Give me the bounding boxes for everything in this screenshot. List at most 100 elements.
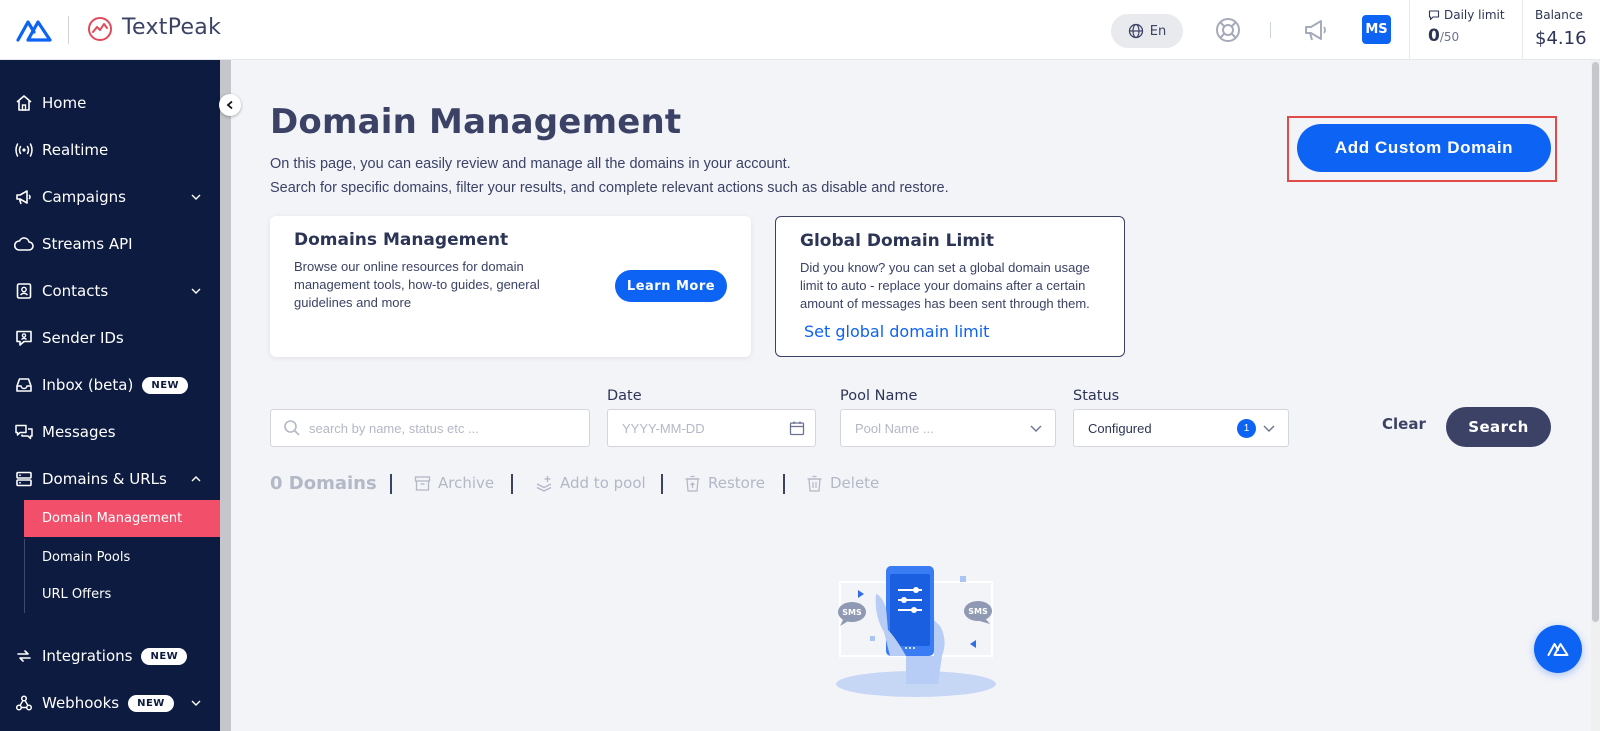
card-text-line: guidelines and more <box>294 295 412 310</box>
announcements-megaphone-icon[interactable] <box>1302 16 1330 44</box>
set-global-domain-limit-link[interactable]: Set global domain limit <box>804 322 989 341</box>
domains-server-icon <box>14 469 34 489</box>
card-text-line: management tools, how-to guides, general <box>294 277 540 292</box>
action-divider <box>390 474 392 494</box>
new-badge: NEW <box>141 647 188 665</box>
pool-name-label: Pool Name <box>840 388 918 404</box>
daily-limit-label: Daily limit <box>1444 8 1505 22</box>
cloud-icon <box>14 234 34 254</box>
sidebar-item-sender-ids[interactable]: Sender IDs <box>0 318 220 358</box>
chevron-down-icon <box>191 288 201 294</box>
sidebar-item-domains-urls[interactable]: Domains & URLs <box>0 459 220 499</box>
balance[interactable]: Balance $4.16 <box>1522 0 1600 60</box>
page-title: Domain Management <box>270 102 682 142</box>
search-placeholder: search by name, status etc ... <box>309 420 479 436</box>
card-text: Browse our online resources for domain m… <box>294 258 540 312</box>
sms-bubble-text: SMS <box>968 607 988 616</box>
add-to-pool-action[interactable]: Add to pool <box>535 474 646 492</box>
top-bar: TextPeak En MS Daily limit 0/50 Balance … <box>0 0 1600 60</box>
chevron-down-icon <box>1263 425 1275 432</box>
language-selector[interactable]: En <box>1111 14 1183 48</box>
sidebar-subitem-label: Domain Pools <box>42 550 131 565</box>
sidebar-item-label: Home <box>42 94 87 112</box>
pool-name-placeholder: Pool Name ... <box>855 420 934 436</box>
app-logo-icon[interactable] <box>16 16 52 44</box>
sidebar-item-label: Contacts <box>42 282 109 300</box>
brand-name[interactable]: TextPeak <box>122 15 221 40</box>
search-button[interactable]: Search <box>1446 407 1551 447</box>
card-text: Did you know? you can set a global domai… <box>800 259 1090 313</box>
sidebar-subitem-domain-management[interactable]: Domain Management <box>24 500 220 537</box>
page-description-line: Search for specific domains, filter your… <box>270 180 949 196</box>
sidebar-item-inbox[interactable]: Inbox (beta) NEW <box>0 365 220 405</box>
help-lifebuoy-icon[interactable] <box>1214 16 1242 44</box>
textpeak-brand-icon <box>88 17 112 41</box>
status-count-badge: 1 <box>1237 418 1256 438</box>
sms-bubble-text: SMS <box>842 608 862 617</box>
learn-more-button[interactable]: Learn More <box>615 270 727 302</box>
page-scrollbar-thumb[interactable] <box>1592 62 1599 622</box>
delete-action[interactable]: Delete <box>806 474 879 492</box>
chevron-left-icon <box>226 100 233 110</box>
calendar-icon[interactable] <box>789 420 805 436</box>
daily-limit-used: 0 <box>1428 26 1440 46</box>
collapse-sidebar-button[interactable] <box>219 94 241 116</box>
sidebar-item-campaigns[interactable]: Campaigns <box>0 177 220 217</box>
language-label: En <box>1149 23 1167 39</box>
search-icon <box>284 420 300 436</box>
home-icon <box>14 93 34 113</box>
chevron-down-icon <box>191 700 201 706</box>
user-avatar[interactable]: MS <box>1362 15 1391 44</box>
sidebar-item-streams-api[interactable]: Streams API <box>0 224 220 264</box>
logo-divider <box>68 16 69 44</box>
daily-limit-total: /50 <box>1439 30 1460 44</box>
sidebar-item-label: Sender IDs <box>42 329 124 347</box>
sidebar-item-contacts[interactable]: Contacts <box>0 271 220 311</box>
sidebar-subitem-label: URL Offers <box>42 587 112 602</box>
sidebar-item-integrations[interactable]: Integrations NEW <box>0 636 220 676</box>
sidebar-item-home[interactable]: Home <box>0 83 220 123</box>
balance-label: Balance <box>1535 8 1583 22</box>
restore-action[interactable]: Restore <box>684 474 765 492</box>
date-input[interactable]: YYYY-MM-DD <box>607 409 816 447</box>
action-divider <box>511 474 513 494</box>
status-select[interactable]: Configured 1 <box>1073 409 1289 447</box>
search-input[interactable]: search by name, status etc ... <box>270 409 590 447</box>
sidebar: Home Realtime Campaigns Streams API Cont… <box>0 60 220 731</box>
contacts-icon <box>14 281 34 301</box>
support-chat-button[interactable] <box>1534 625 1582 673</box>
restore-label: Restore <box>708 474 765 492</box>
sidebar-subitem-label: Domain Management <box>42 511 183 526</box>
clear-filters-button[interactable]: Clear <box>1382 415 1426 433</box>
sidebar-item-label: Inbox (beta) <box>42 376 134 394</box>
sidebar-subitem-domain-pools[interactable]: Domain Pools <box>24 539 220 576</box>
sidebar-item-label: Realtime <box>42 141 109 159</box>
sidebar-item-messages[interactable]: Messages <box>0 412 220 452</box>
pool-name-select[interactable]: Pool Name ... <box>840 409 1056 447</box>
chevron-down-icon <box>191 194 201 200</box>
sidebar-item-label: Webhooks <box>42 694 120 712</box>
add-custom-domain-button[interactable]: Add Custom Domain <box>1297 124 1551 172</box>
action-divider <box>783 474 785 494</box>
card-text-line: limit to auto - replace your domains aft… <box>800 278 1086 293</box>
integrations-icon <box>14 646 34 666</box>
sidebar-item-webhooks[interactable]: Webhooks NEW <box>0 683 220 723</box>
archive-action[interactable]: Archive <box>414 474 494 492</box>
topbar-divider <box>1270 22 1271 38</box>
inbox-icon <box>14 375 34 395</box>
add-to-pool-label: Add to pool <box>560 474 646 492</box>
webhooks-icon <box>14 693 34 713</box>
empty-state-illustration: SMS SMS <box>836 566 996 697</box>
messages-icon <box>14 422 34 442</box>
globe-icon <box>1128 23 1143 39</box>
sidebar-subitem-url-offers[interactable]: URL Offers <box>24 576 220 613</box>
sidebar-item-realtime[interactable]: Realtime <box>0 130 220 170</box>
sidebar-scrollbar[interactable] <box>220 60 231 731</box>
new-badge: NEW <box>142 376 189 394</box>
add-to-pool-icon <box>536 475 552 492</box>
new-badge: NEW <box>128 694 174 712</box>
domains-management-card: Domains Management Browse our online res… <box>270 216 751 357</box>
app-logo-icon <box>1547 643 1569 656</box>
restore-icon <box>685 475 700 492</box>
sender-id-icon <box>14 328 34 348</box>
